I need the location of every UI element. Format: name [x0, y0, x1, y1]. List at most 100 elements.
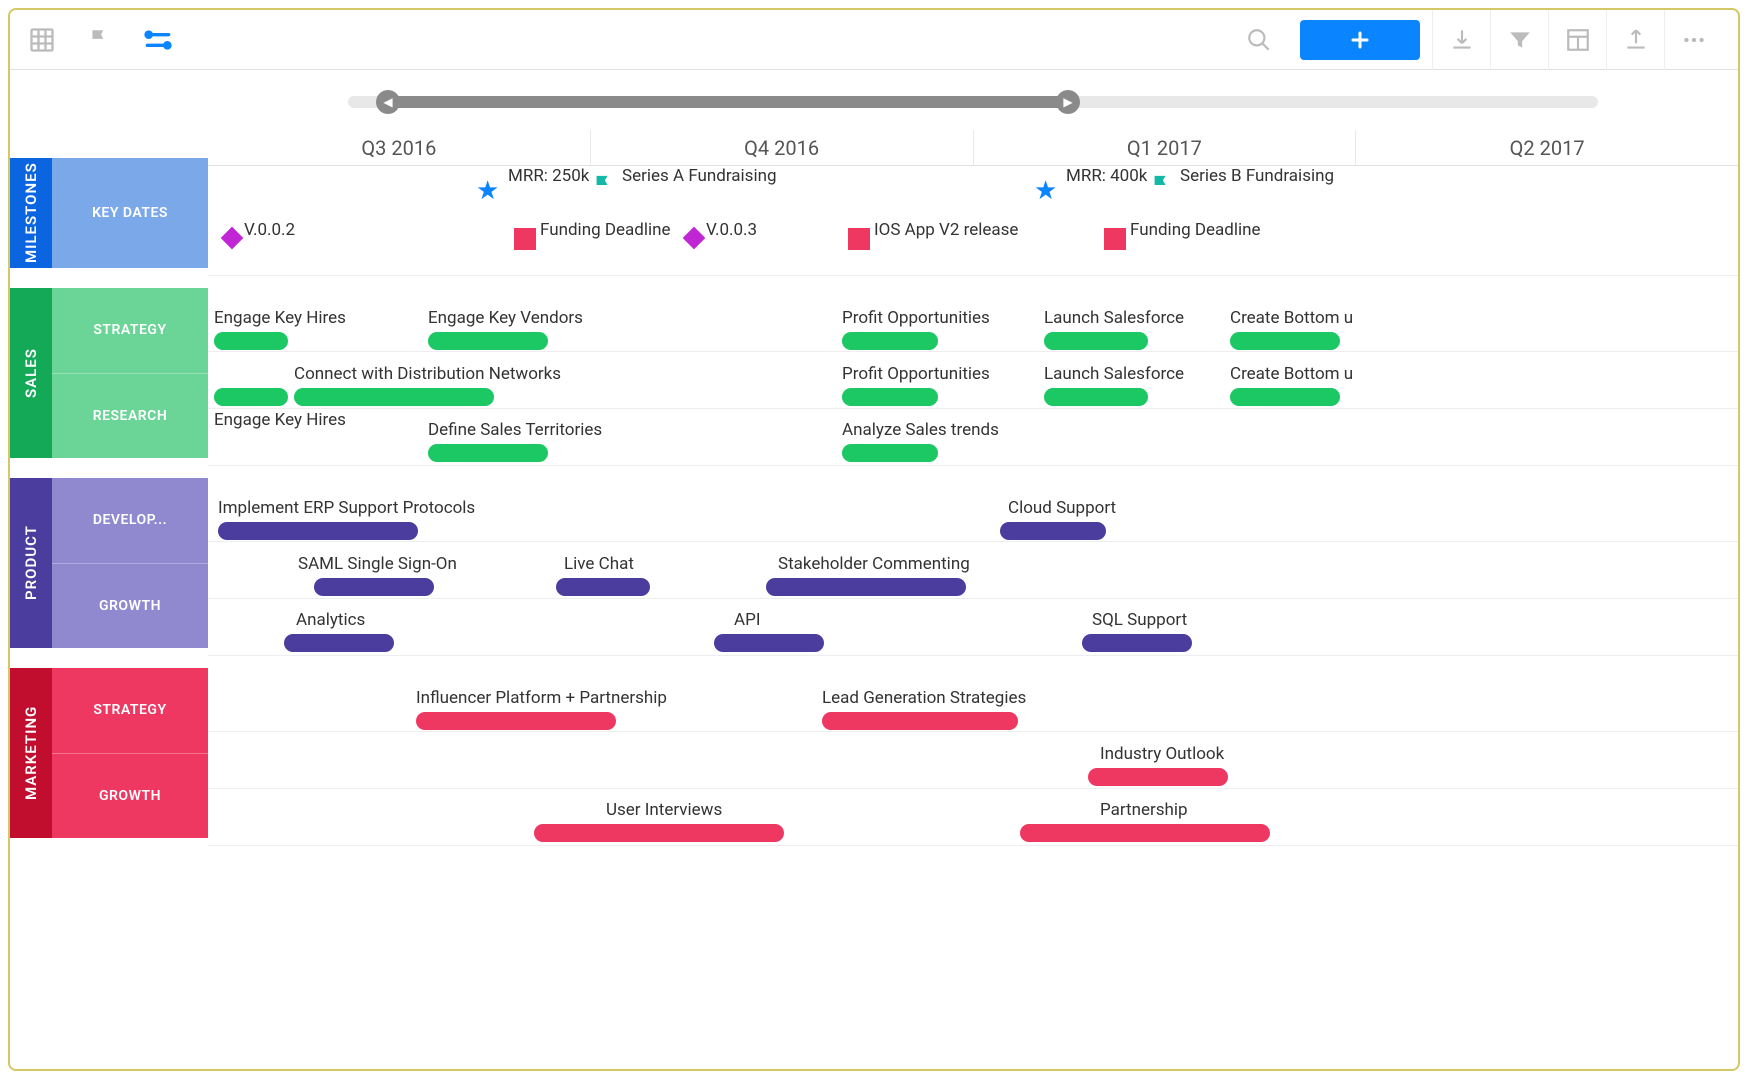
task-bar[interactable]	[534, 824, 784, 842]
subrow-research[interactable]: RESEARCH	[52, 373, 208, 459]
add-button[interactable]	[1300, 20, 1420, 60]
scroll-handle-right[interactable]: ▶	[1056, 90, 1080, 114]
flag-view-icon[interactable]	[84, 24, 116, 56]
task-bar[interactable]	[1000, 522, 1106, 540]
sidebar: MILESTONESKEY DATESSALESSTRATEGYRESEARCH…	[10, 70, 208, 1069]
task-label: Profit Opportunities	[842, 364, 990, 384]
task-label: Launch Salesforce	[1044, 364, 1184, 384]
lane-1: Engage Key HiresEngage Key VendorsProfit…	[208, 296, 1738, 466]
task-label: Analyze Sales trends	[842, 420, 999, 440]
toolbar	[10, 10, 1738, 70]
task-bar[interactable]	[1230, 388, 1340, 406]
more-icon[interactable]	[1664, 10, 1722, 70]
lane-divider	[208, 598, 1738, 599]
group-label-milestones[interactable]: MILESTONES	[10, 158, 52, 268]
subrow-strategy[interactable]: STRATEGY	[52, 288, 208, 373]
milestone-label: MRR: 400k	[1066, 166, 1147, 186]
task-bar[interactable]	[714, 634, 824, 652]
lane-divider	[208, 408, 1738, 409]
task-bar[interactable]	[214, 332, 288, 350]
milestone-label: MRR: 250k	[508, 166, 589, 186]
task-label: Live Chat	[564, 554, 634, 574]
layout-icon[interactable]	[1548, 10, 1606, 70]
star-icon[interactable]: ★	[1034, 176, 1057, 206]
square-icon[interactable]	[1104, 228, 1126, 250]
subrow-develop-[interactable]: DEVELOP...	[52, 478, 208, 563]
diamond-icon[interactable]	[221, 227, 244, 250]
task-bar[interactable]	[1020, 824, 1270, 842]
subrow-strategy[interactable]: STRATEGY	[52, 668, 208, 753]
task-label: Influencer Platform + Partnership	[416, 688, 667, 708]
milestone-label: IOS App V2 release	[874, 220, 1018, 240]
task-label: Engage Key Hires	[214, 410, 346, 430]
task-bar[interactable]	[1082, 634, 1192, 652]
task-label: Cloud Support	[1008, 498, 1116, 518]
task-bar[interactable]	[1088, 768, 1228, 786]
task-label: SQL Support	[1092, 610, 1187, 630]
chart-area: ◀ ▶ Q3 2016Q4 2016Q1 2017Q2 2017 ★ MRR: 2…	[208, 70, 1738, 1069]
group-label-sales[interactable]: SALES	[10, 288, 52, 458]
task-label: Implement ERP Support Protocols	[218, 498, 475, 518]
download-icon[interactable]	[1432, 10, 1490, 70]
upload-icon[interactable]	[1606, 10, 1664, 70]
task-label: Industry Outlook	[1100, 744, 1224, 764]
task-bar[interactable]	[218, 522, 418, 540]
quarter-header: Q1 2017	[973, 130, 1356, 165]
filter-icon[interactable]	[1490, 10, 1548, 70]
task-label: Stakeholder Commenting	[778, 554, 970, 574]
milestone-label: Series B Fundraising	[1180, 166, 1334, 186]
task-bar[interactable]	[822, 712, 1018, 730]
group-sales: SALESSTRATEGYRESEARCH	[10, 288, 208, 458]
subrow-growth[interactable]: GROWTH	[52, 753, 208, 839]
task-bar[interactable]	[294, 388, 494, 406]
subrow-growth[interactable]: GROWTH	[52, 563, 208, 649]
task-bar[interactable]	[214, 388, 288, 406]
task-label: Create Bottom u	[1230, 364, 1353, 384]
subrow-key-dates[interactable]: KEY DATES	[52, 158, 208, 268]
group-label-marketing[interactable]: MARKETING	[10, 668, 52, 838]
task-bar[interactable]	[428, 444, 548, 462]
search-icon[interactable]	[1230, 10, 1288, 70]
task-label: SAML Single Sign-On	[298, 554, 457, 574]
milestone-label: Funding Deadline	[540, 220, 671, 240]
quarter-header: Q3 2016	[208, 130, 590, 165]
task-bar[interactable]	[842, 388, 938, 406]
star-icon[interactable]: ★	[476, 176, 499, 206]
task-bar[interactable]	[842, 444, 938, 462]
diamond-icon[interactable]	[683, 227, 706, 250]
task-bar[interactable]	[1230, 332, 1340, 350]
task-bar[interactable]	[428, 332, 548, 350]
quarter-header: Q2 2017	[1355, 130, 1738, 165]
task-bar[interactable]	[766, 578, 966, 596]
lane-divider	[208, 788, 1738, 789]
lane-0: ★MRR: 250kSeries A Fundraising★MRR: 400k…	[208, 166, 1738, 276]
lane-3: Influencer Platform + PartnershipLead Ge…	[208, 676, 1738, 846]
flag-icon[interactable]	[1150, 172, 1172, 198]
group-label-product[interactable]: PRODUCT	[10, 478, 52, 648]
task-bar[interactable]	[842, 332, 938, 350]
square-icon[interactable]	[848, 228, 870, 250]
task-bar[interactable]	[1044, 388, 1148, 406]
quarter-header: Q4 2016	[590, 130, 973, 165]
task-bar[interactable]	[416, 712, 616, 730]
lane-divider	[208, 541, 1738, 542]
timeline-view-icon[interactable]	[142, 24, 174, 56]
timeline-scrollbar[interactable]: ◀ ▶	[348, 82, 1598, 122]
scroll-thumb[interactable]	[388, 96, 1068, 108]
lane-2: Implement ERP Support Protocols Cloud Sup…	[208, 486, 1738, 656]
task-label: Profit Opportunities	[842, 308, 990, 328]
task-label: Engage Key Hires	[214, 308, 346, 328]
milestone-label: Funding Deadline	[1130, 220, 1261, 240]
task-bar[interactable]	[556, 578, 650, 596]
table-view-icon[interactable]	[26, 24, 58, 56]
scroll-handle-left[interactable]: ◀	[376, 90, 400, 114]
task-bar[interactable]	[314, 578, 434, 596]
lane-divider	[208, 351, 1738, 352]
task-bar[interactable]	[1044, 332, 1148, 350]
task-bar[interactable]	[284, 634, 394, 652]
task-label: Launch Salesforce	[1044, 308, 1184, 328]
group-milestones: MILESTONESKEY DATES	[10, 158, 208, 268]
milestone-label: V.0.0.2	[244, 220, 295, 240]
square-icon[interactable]	[514, 228, 536, 250]
flag-icon[interactable]	[592, 172, 614, 198]
